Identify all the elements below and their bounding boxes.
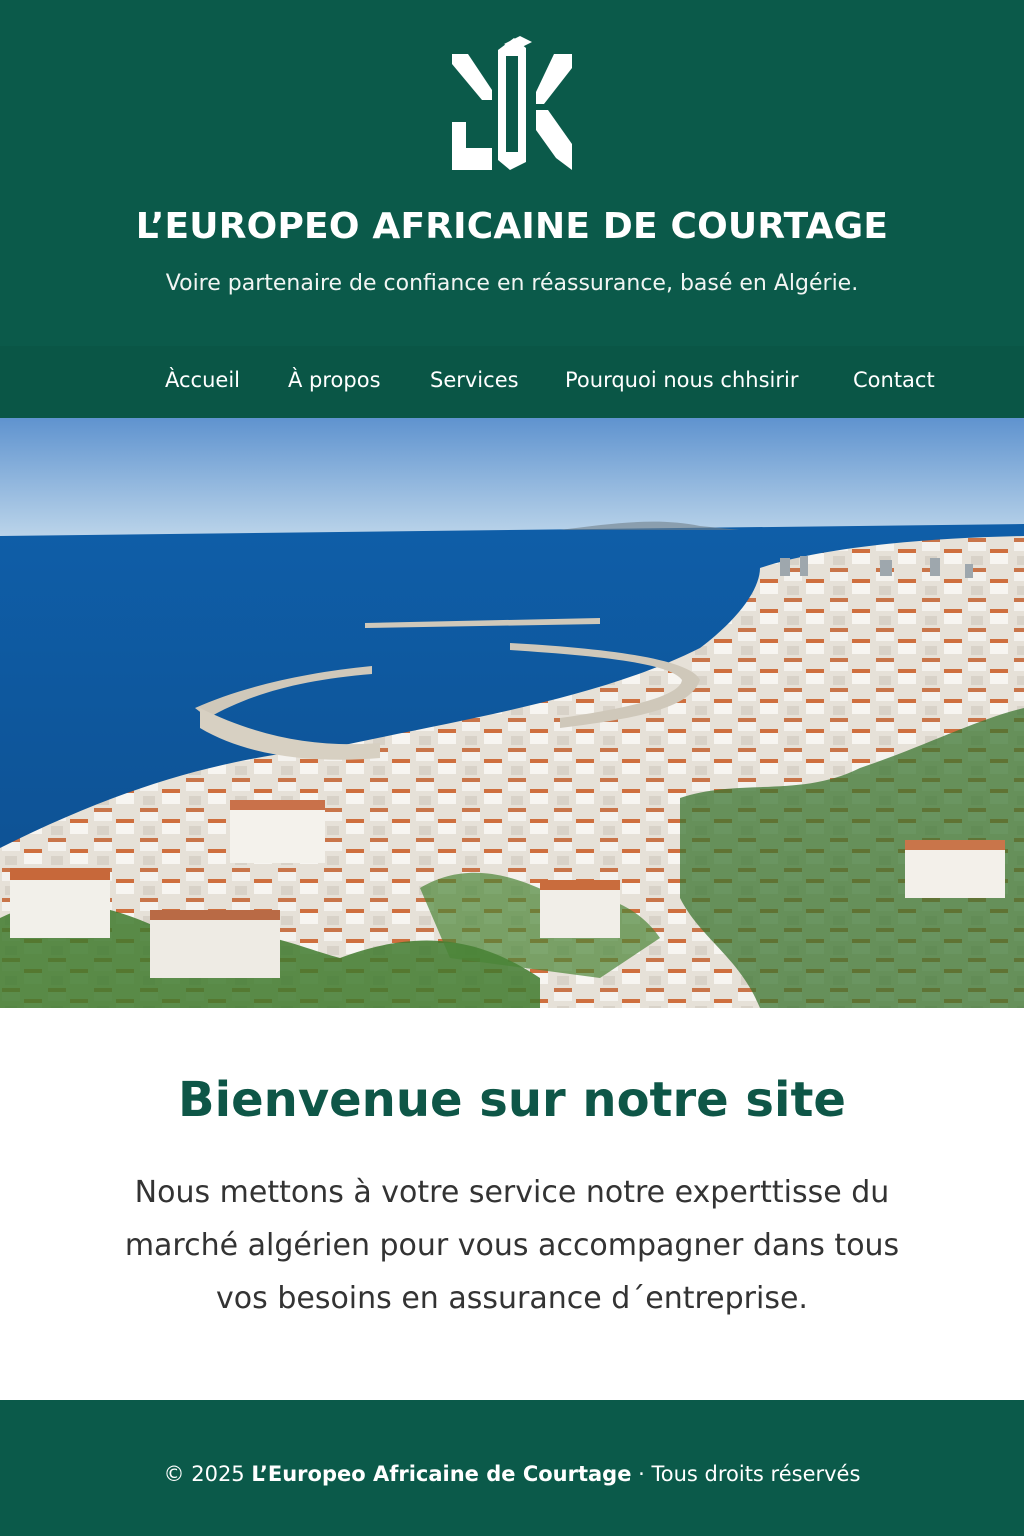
- nav-item-pourquoi[interactable]: Pourquoi nous chhsirir: [565, 368, 798, 392]
- footer-suffix: · Tous droits réservés: [631, 1462, 861, 1486]
- footer-prefix: © 2025: [163, 1462, 252, 1486]
- welcome-title: Bienvenue sur notre site: [178, 1072, 846, 1128]
- nav-item-accueil[interactable]: Àccueil: [165, 368, 240, 392]
- nav-item-contact[interactable]: Contact: [853, 368, 935, 392]
- footer-copyright: © 2025 L’Europeo Africaine de Courtage ·…: [0, 1462, 1024, 1486]
- footer-company: L’Europeo Africaine de Courtage: [251, 1462, 632, 1486]
- hero-city-photo: [0, 418, 1024, 1008]
- site-title: L’EUROPEO AFRICAINE DE COURTAGE: [135, 206, 889, 247]
- ak-monogram-logo-icon[interactable]: [444, 34, 580, 174]
- site-tagline: Voire partenaire de confiance en réassur…: [165, 271, 859, 296]
- main-navigation: Àccueil À propos Services Pourquoi nous …: [0, 346, 1024, 418]
- hero-illustration: [0, 418, 1024, 1008]
- nav-item-services[interactable]: Services: [430, 368, 519, 392]
- welcome-text: Nous mettons à votre service notre exper…: [124, 1175, 900, 1316]
- site-header: L’EUROPEO AFRICAINE DE COURTAGE Voire pa…: [0, 0, 1024, 346]
- nav-item-a-propos[interactable]: À propos: [288, 368, 381, 392]
